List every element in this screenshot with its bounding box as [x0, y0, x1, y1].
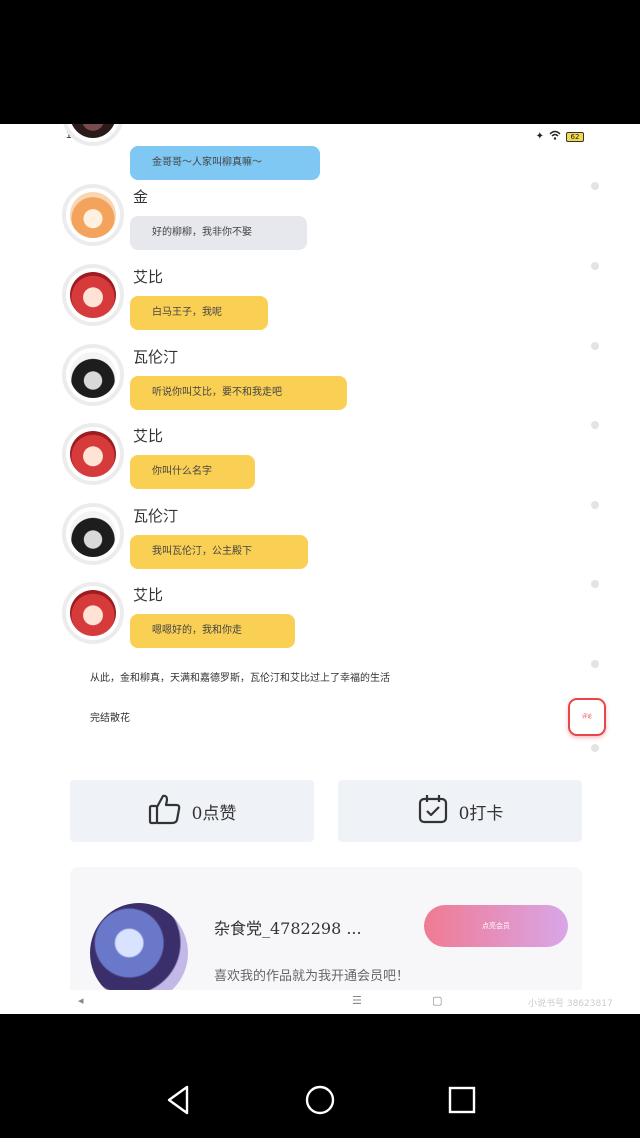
- checkin-button[interactable]: 0打卡: [338, 780, 582, 842]
- member-button[interactable]: 点亮会员: [424, 905, 568, 947]
- narration-text: 完结散花: [90, 713, 130, 724]
- square-recents-icon: [448, 1086, 476, 1114]
- avatar[interactable]: [62, 344, 124, 406]
- chat-bubble: 金哥哥～人家叫柳真嘛～: [130, 146, 320, 180]
- avatar[interactable]: [62, 503, 124, 565]
- home-square-icon[interactable]: ▢: [432, 994, 442, 1007]
- author-description: 喜欢我的作品就为我开通会员吧！: [214, 969, 410, 984]
- paragraph-comment-dot[interactable]: [591, 744, 599, 752]
- system-recents-button[interactable]: [442, 1080, 482, 1120]
- watermark-text: 小说书号 38623817: [528, 999, 613, 1009]
- narration-text: 从此，金和柳真，天满和嘉德罗斯，瓦伦汀和艾比过上了幸福的生活: [90, 673, 390, 684]
- avatar[interactable]: [62, 582, 124, 644]
- chat-bubble: 白马王子，我呢: [130, 296, 268, 330]
- thumbs-up-icon: [148, 793, 182, 829]
- sender-name: 艾比: [133, 268, 164, 286]
- chat-bubble: 你叫什么名字: [130, 455, 255, 489]
- sender-name: 艾比: [133, 427, 164, 445]
- author-avatar[interactable]: [90, 903, 188, 1003]
- menu-icon[interactable]: ☰: [352, 994, 362, 1007]
- checkin-count: 0打卡: [458, 803, 504, 824]
- avatar[interactable]: [62, 264, 124, 326]
- comment-button[interactable]: 评论: [568, 698, 606, 736]
- status-icons: ✦ 62: [536, 130, 584, 144]
- paragraph-comment-dot[interactable]: [591, 262, 599, 270]
- paragraph-comment-dot[interactable]: [591, 660, 599, 668]
- circle-home-icon: [305, 1085, 335, 1115]
- paragraph-comment-dot[interactable]: [591, 182, 599, 190]
- chat-bubble: 嗯嗯好的，我和你走: [130, 614, 295, 648]
- paragraph-comment-dot[interactable]: [591, 421, 599, 429]
- avatar[interactable]: [62, 184, 124, 246]
- paragraph-comment-dot[interactable]: [591, 580, 599, 588]
- author-name[interactable]: 杂食党_4782298 ...: [214, 915, 362, 939]
- battery-icon: 62: [566, 132, 584, 142]
- system-home-button[interactable]: [300, 1080, 340, 1120]
- app-nav-bar: ◂ ☰ ▢ 小说书号 38623817: [0, 990, 640, 1014]
- back-arrow-icon[interactable]: ◂: [78, 994, 84, 1007]
- like-button[interactable]: 0点赞: [70, 780, 314, 842]
- sender-name: 艾比: [133, 586, 164, 604]
- sender-name: 金: [133, 188, 149, 206]
- paragraph-comment-dot[interactable]: [591, 342, 599, 350]
- chat-bubble: 好的柳柳，我非你不娶: [130, 216, 307, 250]
- top-letterbox: [0, 0, 640, 124]
- system-back-button[interactable]: [158, 1080, 198, 1120]
- triangle-back-icon: [167, 1085, 189, 1115]
- chat-bubble: 听说你叫艾比，要不和我走吧: [130, 376, 347, 410]
- avatar[interactable]: [62, 423, 124, 485]
- alarm-icon: ✦: [535, 131, 544, 142]
- calendar-check-icon: [417, 793, 449, 829]
- paragraph-comment-dot[interactable]: [591, 501, 599, 509]
- chat-bubble: 我叫瓦伦汀，公主殿下: [130, 535, 308, 569]
- like-count: 0点赞: [191, 803, 237, 824]
- app-screen: 19:42 ✦ 62 金哥哥～人家叫柳真嘛～ 金 好的柳柳，我非你不娶 艾比 白…: [0, 124, 640, 1014]
- sender-name: 瓦伦汀: [133, 507, 179, 525]
- wifi-icon: [549, 130, 561, 144]
- sender-name: 瓦伦汀: [133, 348, 179, 366]
